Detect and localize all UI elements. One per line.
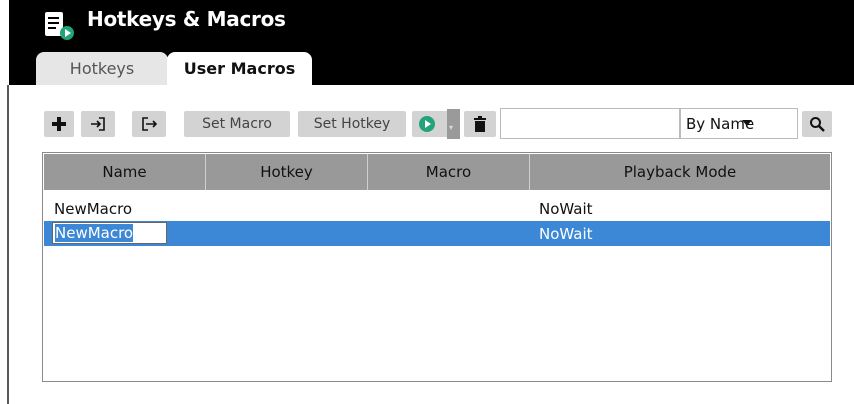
import-button[interactable]: [81, 111, 115, 137]
window-title: Hotkeys & Macros: [87, 7, 286, 31]
name-edit-text: NewMacro: [55, 224, 134, 242]
add-macro-button[interactable]: [44, 111, 74, 137]
sort-select[interactable]: By Name: [680, 108, 798, 139]
tab-user-macros[interactable]: User Macros: [167, 52, 312, 85]
search-input[interactable]: [500, 108, 680, 139]
table-row-selected[interactable]: NewMacro NoWait: [44, 221, 830, 246]
export-button[interactable]: [132, 111, 166, 137]
chevron-down-icon: [742, 120, 752, 126]
export-icon: [142, 117, 157, 131]
delete-button[interactable]: [464, 111, 496, 137]
tab-hotkeys[interactable]: Hotkeys: [36, 52, 168, 85]
search-icon: [810, 117, 825, 132]
column-header-macro[interactable]: Macro: [368, 154, 530, 190]
column-header-playback-mode[interactable]: Playback Mode: [530, 154, 830, 190]
table-row[interactable]: NewMacro NoWait: [44, 196, 830, 221]
name-edit-field[interactable]: NewMacro: [52, 222, 167, 244]
window-left-border: [7, 85, 9, 404]
cell-name: NewMacro: [54, 199, 133, 218]
chevron-down-icon: ▾: [449, 123, 454, 132]
set-hotkey-button[interactable]: Set Hotkey: [298, 111, 406, 137]
import-icon: [91, 117, 105, 131]
search-button[interactable]: [802, 111, 832, 137]
trash-icon: [474, 116, 486, 132]
cell-playback-mode: NoWait: [539, 224, 593, 243]
cell-playback-mode: NoWait: [539, 199, 593, 218]
window-edge: [0, 0, 7, 404]
column-header-hotkey[interactable]: Hotkey: [206, 154, 368, 190]
title-bar: Hotkeys & Macros Hotkeys User Macros: [9, 0, 854, 85]
set-macro-button[interactable]: Set Macro: [184, 111, 290, 137]
column-header-name[interactable]: Name: [44, 154, 206, 190]
plus-icon: [52, 117, 66, 131]
play-circle-icon: [419, 116, 435, 132]
document-play-icon: [45, 12, 74, 40]
